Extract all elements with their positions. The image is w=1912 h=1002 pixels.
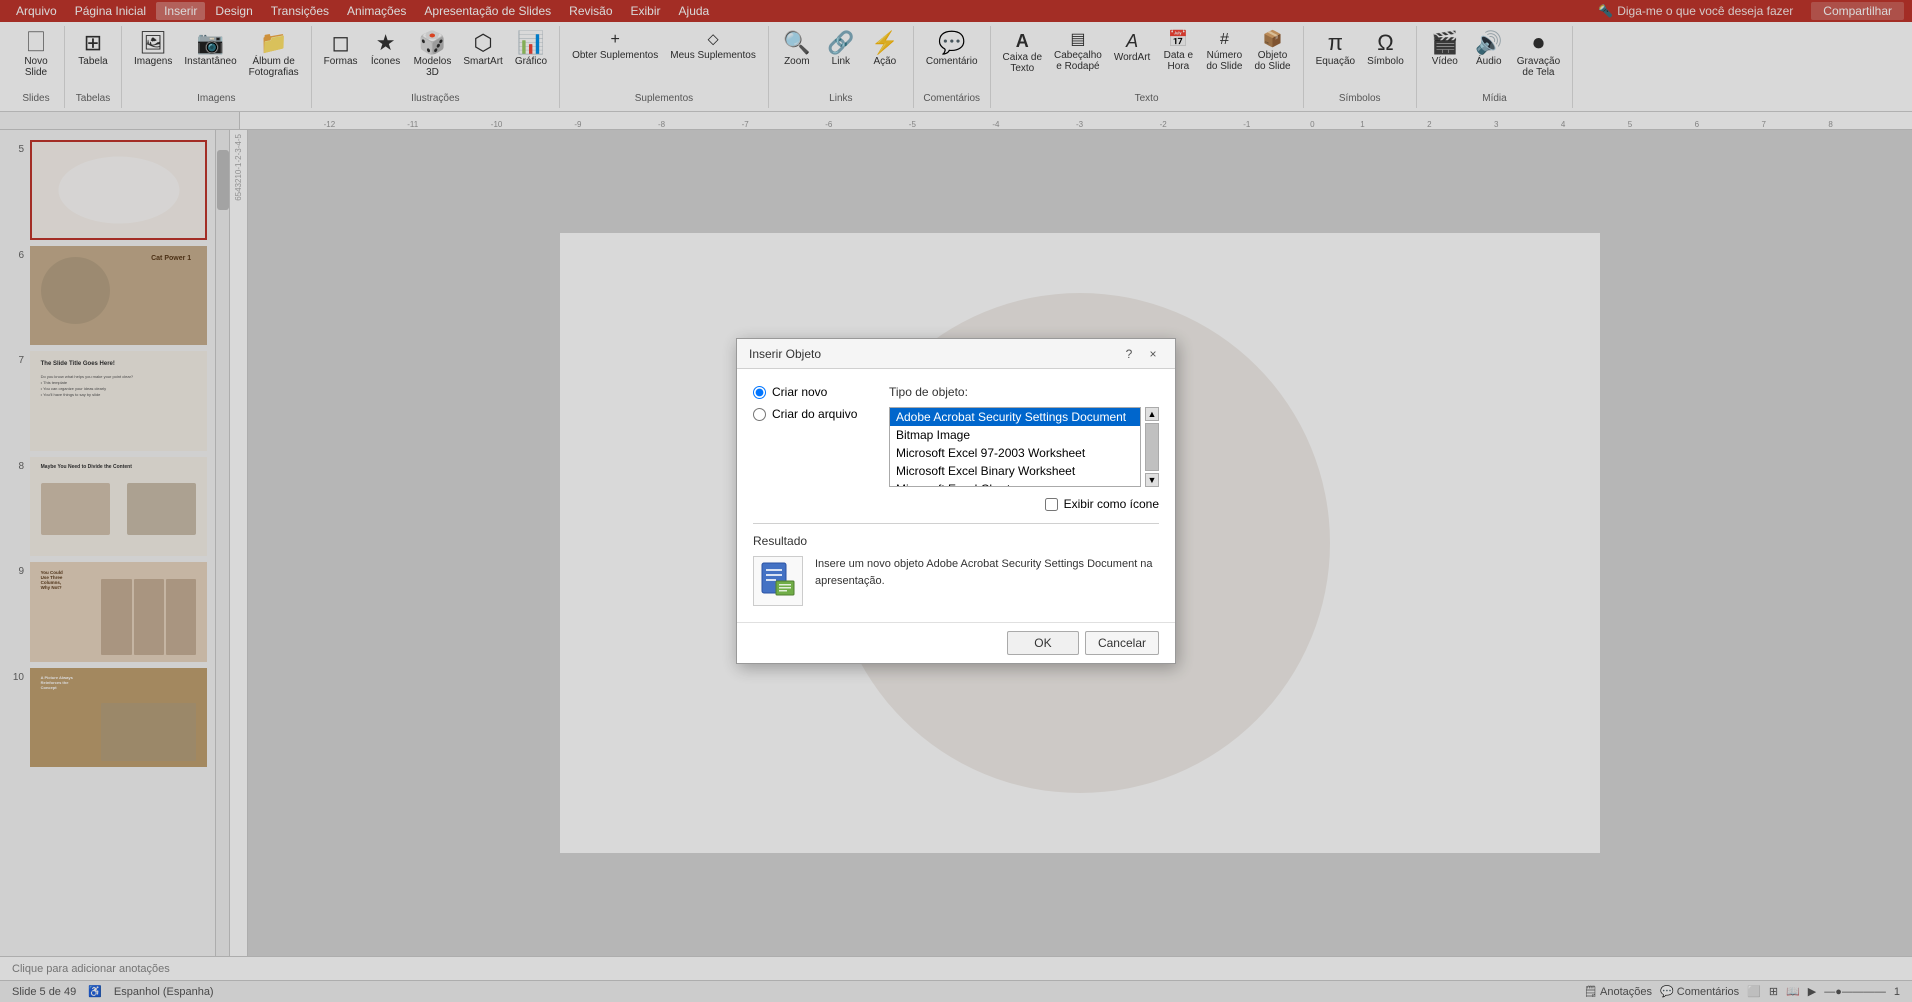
list-item-excel-binary[interactable]: Microsoft Excel Binary Worksheet	[890, 462, 1140, 480]
object-type-label: Tipo de objeto:	[889, 385, 1159, 399]
dialog-left-panel: Criar novo Criar do arquivo	[753, 385, 873, 511]
checkbox-row: Exibir como ícone	[889, 497, 1159, 511]
scroll-thumb	[1145, 423, 1159, 471]
dialog-footer: OK Cancelar	[737, 622, 1175, 663]
result-content: Insere um novo objeto Adobe Acrobat Secu…	[753, 556, 1159, 606]
radio-criar-novo[interactable]: Criar novo	[753, 385, 873, 399]
dialog-main-row: Criar novo Criar do arquivo Tipo de obje…	[753, 385, 1159, 511]
list-scrollbar[interactable]: ▲ ▼	[1145, 407, 1159, 487]
dialog-overlay: Inserir Objeto ? × Criar novo Criar do a…	[0, 0, 1912, 1002]
radio-criar-novo-input[interactable]	[753, 386, 766, 399]
dialog-title: Inserir Objeto	[749, 347, 821, 361]
scroll-down-btn[interactable]: ▼	[1145, 473, 1159, 487]
radio-criar-arquivo-label: Criar do arquivo	[772, 407, 857, 421]
scroll-up-btn[interactable]: ▲	[1145, 407, 1159, 421]
dialog-body: Criar novo Criar do arquivo Tipo de obje…	[737, 369, 1175, 622]
list-item-excel97[interactable]: Microsoft Excel 97-2003 Worksheet	[890, 444, 1140, 462]
show-as-icon-label: Exibir como ícone	[1064, 497, 1159, 511]
result-text: Insere um novo objeto Adobe Acrobat Secu…	[815, 556, 1159, 589]
dialog-title-bar: Inserir Objeto ? ×	[737, 339, 1175, 369]
object-type-list[interactable]: Adobe Acrobat Security Settings Document…	[889, 407, 1141, 487]
result-section: Resultado Ins	[753, 523, 1159, 606]
result-icon	[753, 556, 803, 606]
dialog-right-panel: Tipo de objeto: Adobe Acrobat Security S…	[889, 385, 1159, 511]
result-label: Resultado	[753, 534, 1159, 548]
radio-criar-arquivo-input[interactable]	[753, 408, 766, 421]
show-as-icon-checkbox[interactable]	[1045, 498, 1058, 511]
list-item-excel-chart[interactable]: Microsoft Excel Chart	[890, 480, 1140, 487]
cancel-button[interactable]: Cancelar	[1085, 631, 1159, 655]
ok-button[interactable]: OK	[1007, 631, 1079, 655]
dialog-close-btn[interactable]: ×	[1143, 344, 1163, 364]
dialog-help-btn[interactable]: ?	[1119, 344, 1139, 364]
radio-criar-arquivo[interactable]: Criar do arquivo	[753, 407, 873, 421]
radio-criar-novo-label: Criar novo	[772, 385, 827, 399]
insert-object-dialog: Inserir Objeto ? × Criar novo Criar do a…	[736, 338, 1176, 664]
list-item-bitmap[interactable]: Bitmap Image	[890, 426, 1140, 444]
dialog-controls: ? ×	[1119, 344, 1163, 364]
list-item-adobe[interactable]: Adobe Acrobat Security Settings Document	[890, 408, 1140, 426]
